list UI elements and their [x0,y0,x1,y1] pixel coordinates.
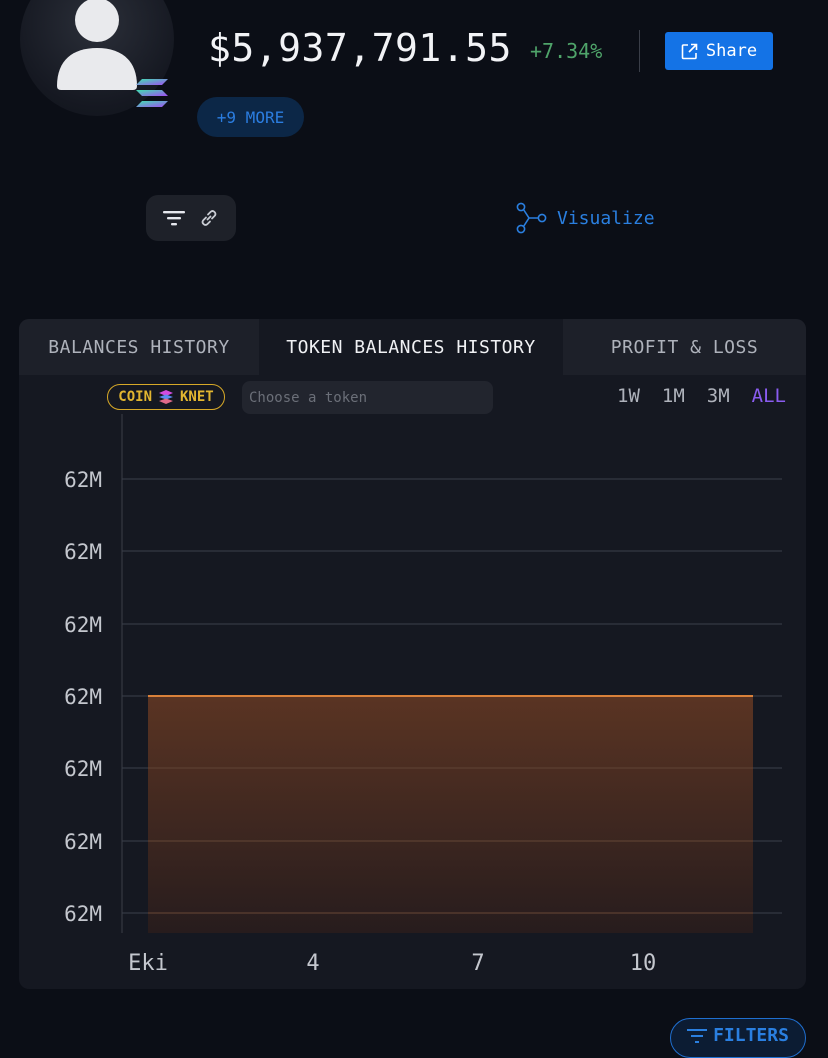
y-tick-label: 62M [64,902,102,926]
solana-icon [136,79,168,107]
area-series [148,695,753,933]
portfolio-value: $5,937,791.55 [208,26,512,70]
user-silhouette-icon [57,0,137,90]
filters-label: FILTERS [713,1025,789,1046]
y-tick-label: 62M [64,685,102,709]
y-tick-label: 62M [64,540,102,564]
y-tick-label: 62M [64,757,102,781]
filter-icon[interactable] [163,210,185,226]
x-tick-label: 10 [630,951,657,976]
share-label: Share [705,41,758,61]
x-axis-ticks: Eki 4 7 10 [128,951,656,976]
y-axis-ticks: 62M 62M 62M 62M 62M 62M 62M [64,468,102,926]
token-balance-chart: 62M 62M 62M 62M 62M 62M 62M Eki 4 7 10 [64,414,782,976]
area-fill [148,696,753,933]
y-tick-label: 62M [64,830,102,854]
visualize-button[interactable]: Visualize [515,202,655,234]
y-tick-label: 62M [64,468,102,492]
graph-nodes-icon [516,202,547,234]
chart-card: BALANCES HISTORY TOKEN BALANCES HISTORY … [19,319,806,989]
more-wallets-button[interactable]: +9 MORE [197,97,304,137]
x-tick-label: 4 [306,951,319,976]
filters-button[interactable]: FILTERS [670,1018,806,1058]
external-link-icon [681,43,698,59]
x-tick-label: 7 [471,951,484,976]
x-tick-label: Eki [128,951,168,976]
header-divider [639,30,640,72]
link-icon[interactable] [199,208,219,228]
visualize-label: Visualize [557,207,655,229]
share-button[interactable]: Share [665,32,773,70]
filter-link-toolbar [146,195,236,241]
y-tick-label: 62M [64,613,102,637]
portfolio-change: +7.34% [530,39,603,63]
filter-lines-icon [687,1029,708,1043]
